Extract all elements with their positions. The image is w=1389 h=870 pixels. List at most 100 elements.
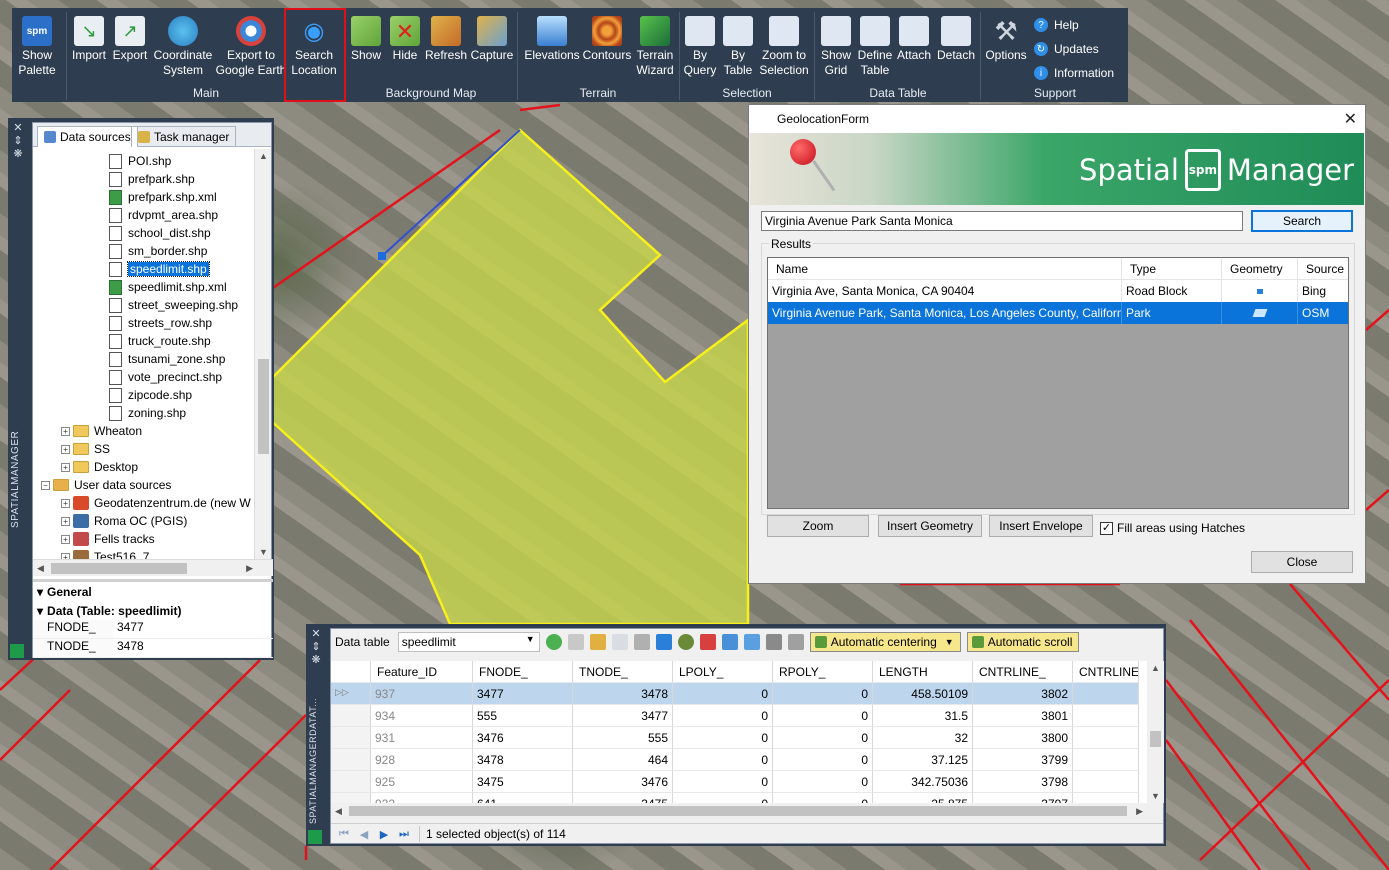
- row-header[interactable]: [331, 705, 371, 727]
- filter-icon[interactable]: [589, 634, 606, 650]
- fill-hatches-checkbox[interactable]: ✓ Fill areas using Hatches: [1100, 521, 1245, 535]
- column-header[interactable]: RPOLY_: [773, 661, 873, 683]
- expand-icon[interactable]: +: [61, 444, 70, 454]
- tree-item-source[interactable]: + Roma OC (PGIS): [61, 512, 187, 530]
- row-header[interactable]: [331, 749, 371, 771]
- cell[interactable]: 0: [773, 793, 873, 803]
- capture-map-button[interactable]: Capture: [468, 12, 516, 84]
- cell[interactable]: 3477: [473, 683, 573, 705]
- refresh-map-button[interactable]: Refresh: [422, 12, 470, 84]
- scroll-down-icon[interactable]: ▼: [259, 547, 268, 557]
- cell[interactable]: 3476: [573, 771, 673, 793]
- column-header-geometry[interactable]: Geometry: [1222, 258, 1298, 279]
- tree-item-folder[interactable]: + SS: [61, 440, 110, 458]
- tree-item-file[interactable]: tsunami_zone.shp: [109, 350, 225, 368]
- cell[interactable]: 32: [873, 727, 973, 749]
- cell[interactable]: 0: [673, 771, 773, 793]
- cell[interactable]: 3478: [573, 683, 673, 705]
- cell[interactable]: 0: [673, 705, 773, 727]
- cell[interactable]: 937: [371, 683, 473, 705]
- data-sources-tree[interactable]: POI.shp prefpark.shp prefpark.shp.xml rd…: [33, 149, 255, 559]
- cell[interactable]: 3476: [473, 727, 573, 749]
- cell[interactable]: 0: [673, 683, 773, 705]
- cell[interactable]: 3801: [973, 705, 1073, 727]
- unlink-icon[interactable]: [787, 634, 804, 650]
- chevron-down-icon[interactable]: ▼: [945, 637, 954, 647]
- tab-data-sources[interactable]: Data sources: [37, 126, 138, 147]
- column-header[interactable]: LENGTH: [873, 661, 973, 683]
- last-record-icon[interactable]: ⏭: [397, 828, 411, 841]
- grid-view-icon[interactable]: [655, 634, 672, 650]
- table-row[interactable]: 925 3475 3476 0 0 342.75036 3798: [331, 771, 1139, 793]
- dialog-title-bar[interactable]: GeolocationForm ✕: [749, 105, 1365, 133]
- prop-row[interactable]: TNODE_ 3478: [33, 639, 273, 658]
- table-row[interactable]: 931 3476 555 0 0 32 3800: [331, 727, 1139, 749]
- panel-pin-icon[interactable]: ⇕: [8, 135, 28, 148]
- add-selection-icon[interactable]: [743, 634, 760, 650]
- results-list[interactable]: Name Type Geometry Source Virginia Ave, …: [767, 257, 1349, 509]
- tree-item-file[interactable]: streets_row.shp: [109, 314, 212, 332]
- close-button[interactable]: Close: [1251, 551, 1353, 573]
- coordinate-system-button[interactable]: Coordinate System: [150, 12, 216, 84]
- scroll-left-icon[interactable]: ◀: [335, 806, 342, 817]
- expand-icon[interactable]: +: [61, 498, 70, 508]
- result-row-selected[interactable]: Virginia Avenue Park, Santa Monica, Los …: [768, 302, 1348, 324]
- tree-item-file-selected[interactable]: speedlimit.shp: [109, 260, 210, 278]
- cell[interactable]: 3799: [973, 749, 1073, 771]
- column-header-type[interactable]: Type: [1122, 258, 1222, 279]
- scroll-up-icon[interactable]: ▲: [1151, 663, 1160, 673]
- copy-icon[interactable]: [611, 634, 628, 650]
- delete-row-icon[interactable]: [699, 634, 716, 650]
- terrain-wizard-button[interactable]: Terrain Wizard: [632, 12, 678, 84]
- automatic-scroll-toggle[interactable]: Automatic scroll: [966, 632, 1080, 652]
- expand-icon[interactable]: +: [61, 462, 70, 472]
- map-view-icon[interactable]: [677, 634, 694, 650]
- cell[interactable]: 0: [773, 705, 873, 727]
- cell[interactable]: 931: [371, 727, 473, 749]
- row-header[interactable]: [331, 793, 371, 803]
- contours-button[interactable]: Contours: [582, 12, 632, 84]
- column-header[interactable]: TNODE_: [573, 661, 673, 683]
- expand-icon[interactable]: +: [61, 426, 70, 436]
- cell[interactable]: 0: [673, 793, 773, 803]
- eraser-icon[interactable]: [633, 634, 650, 650]
- cell[interactable]: 3798: [973, 771, 1073, 793]
- tree-item-source[interactable]: + Test516_7: [61, 548, 149, 559]
- select-rows-icon[interactable]: [721, 634, 738, 650]
- tree-item-file[interactable]: school_dist.shp: [109, 224, 211, 242]
- cell[interactable]: [1073, 771, 1139, 793]
- first-record-icon[interactable]: ⏮: [337, 828, 351, 841]
- detach-button[interactable]: Detach: [934, 12, 978, 84]
- refresh-icon[interactable]: [545, 634, 562, 650]
- cell[interactable]: 3477: [573, 705, 673, 727]
- cell[interactable]: 0: [673, 727, 773, 749]
- scroll-up-icon[interactable]: ▲: [259, 151, 268, 161]
- cell[interactable]: 555: [473, 705, 573, 727]
- prop-section-data[interactable]: ▾ Data (Table: speedlimit): [33, 601, 273, 620]
- column-header[interactable]: FNODE_: [473, 661, 573, 683]
- tree-item-folder[interactable]: + Wheaton: [61, 422, 142, 440]
- grid-horizontal-scrollbar[interactable]: ◀ ▶: [331, 803, 1147, 819]
- row-header[interactable]: ▷▷: [331, 683, 371, 705]
- cell[interactable]: 555: [573, 727, 673, 749]
- tree-item-file[interactable]: vote_precinct.shp: [109, 368, 222, 386]
- column-header[interactable]: CNTRLINE_: [973, 661, 1073, 683]
- prop-row[interactable]: FNODE_ 3477: [33, 620, 273, 639]
- scroll-right-icon[interactable]: ▶: [246, 563, 253, 574]
- grid-vertical-scrollbar[interactable]: ▲ ▼: [1147, 661, 1164, 803]
- tree-item-file[interactable]: street_sweeping.shp: [109, 296, 238, 314]
- cell[interactable]: 928: [371, 749, 473, 771]
- options-button[interactable]: ⚒ Options: [982, 12, 1030, 84]
- close-icon[interactable]: ✕: [1344, 109, 1357, 129]
- column-header-name[interactable]: Name: [768, 258, 1122, 279]
- export-button[interactable]: ↗ Export: [110, 12, 150, 84]
- tree-item-file[interactable]: POI.shp: [109, 152, 171, 170]
- scroll-left-icon[interactable]: ◀: [37, 563, 44, 574]
- cell[interactable]: [1073, 727, 1139, 749]
- information-button[interactable]: i Information: [1034, 62, 1114, 84]
- scroll-thumb[interactable]: [1150, 731, 1161, 747]
- checkbox-checked-icon[interactable]: ✓: [1100, 521, 1113, 535]
- elevations-button[interactable]: Elevations: [520, 12, 584, 84]
- column-header[interactable]: LPOLY_: [673, 661, 773, 683]
- column-header-source[interactable]: Source: [1298, 258, 1348, 279]
